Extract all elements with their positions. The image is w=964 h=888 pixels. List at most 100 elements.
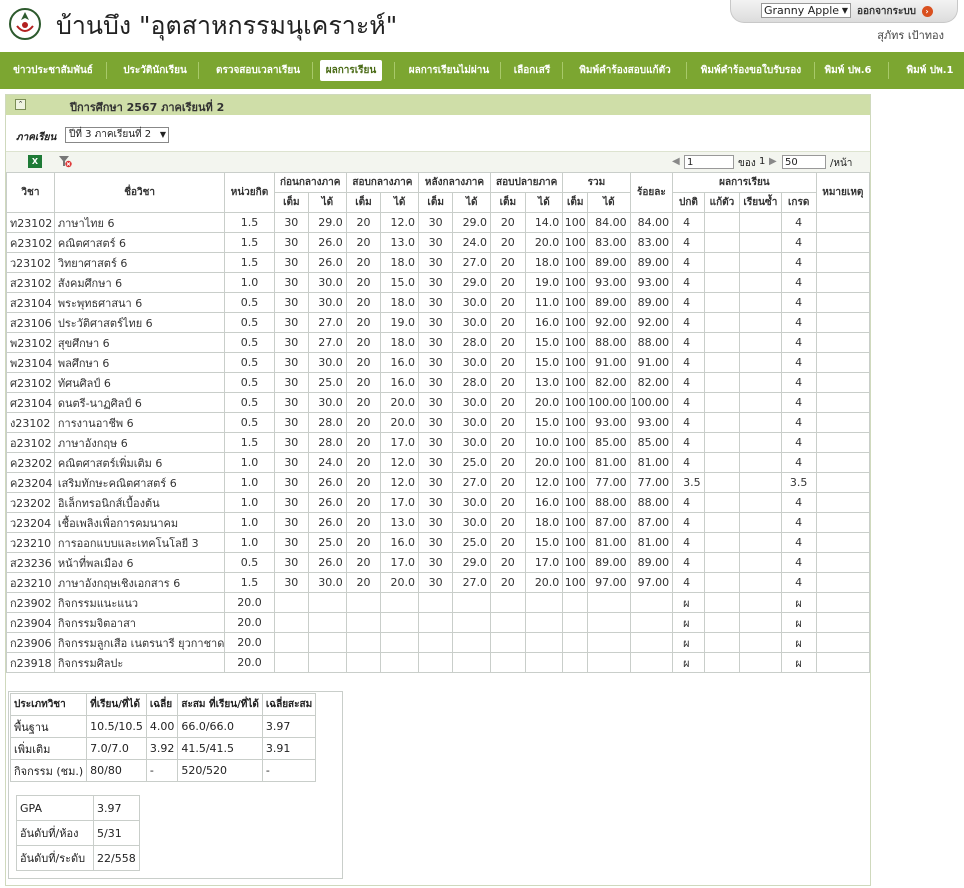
col-normal[interactable]: ปกติ <box>672 192 705 213</box>
cell-normal: ผ <box>672 652 705 673</box>
table-row[interactable]: ศ23102 ทัศนศิลป์ 6 0.5 30 25.0 20 16.0 30 28.0 20… <box>6 372 871 393</box>
collapse-icon[interactable]: ⌃ <box>15 99 26 110</box>
nav-item-3[interactable]: ผลการเรียน <box>320 60 382 81</box>
cell-code: ว23202 <box>6 492 55 513</box>
cell-pct <box>629 592 674 613</box>
nav-item-0[interactable]: ข่าวประชาสัมพันธ์ <box>10 60 96 81</box>
cell-t-got: 77.00 <box>587 472 631 493</box>
nav-item-1[interactable]: ประวัตินักเรียน <box>112 60 198 81</box>
table-row[interactable]: อ23210 ภาษาอังกฤษเชิงเอกสาร 6 1.5 30 30.0 20 2… <box>6 572 871 593</box>
col-full[interactable]: เต็ม <box>490 192 526 213</box>
cell-f-full: 20 <box>490 492 526 513</box>
cell-grade: 4 <box>780 572 817 593</box>
table-row[interactable]: ก23906 กิจกรรมลูกเสือ เนตรนารี ยุวกาชาด 20… <box>6 632 871 653</box>
cell-t-full: 100 <box>562 552 589 573</box>
table-row[interactable]: ส23236 หน้าที่พลเมือง 6 0.5 30 26.0 20 17.0 30 2… <box>6 552 871 573</box>
cell-b-full: 30 <box>273 572 310 593</box>
table-row[interactable]: ศ23104 ดนตรี-นาฏศิลป์ 6 0.5 30 30.0 20 20.0 30 3… <box>6 392 871 413</box>
summary-header: เฉลี่ยสะสม <box>261 693 317 716</box>
nav-item-7[interactable]: พิมพ์คำร้องขอใบรับรอง <box>692 60 810 81</box>
cell-credit: 1.5 <box>224 212 275 233</box>
col-note[interactable]: หมายเหตุ <box>815 172 871 213</box>
grades-panel: ⌃ ปีการศึกษา 2567 ภาคเรียนที่ 2 ภาคเรียน… <box>5 94 871 886</box>
col-full[interactable]: เต็ม <box>345 192 382 213</box>
nav-item-6[interactable]: พิมพ์คำร้องสอบแก้ตัว <box>572 60 678 81</box>
table-row[interactable]: ว23210 การออกแบบและเทคโนโลยี 3 1.0 30 25.0 20… <box>6 532 871 553</box>
col-got[interactable]: ได้ <box>587 192 631 213</box>
col-full[interactable]: เต็ม <box>273 192 310 213</box>
table-row[interactable]: ง23102 การงานอาชีพ 6 0.5 30 28.0 20 20.0 30 30.0… <box>6 412 871 433</box>
cell-t-got: 82.00 <box>587 372 631 393</box>
cell-grade: 3.5 <box>780 472 817 493</box>
col-name[interactable]: ชื่อวิชา <box>53 172 226 213</box>
cell-f-got: 15.0 <box>524 412 564 433</box>
cell-a-full <box>417 632 454 653</box>
cell-f-full: 20 <box>490 532 526 553</box>
logout-link[interactable]: ออกจากระบบ › <box>857 4 933 19</box>
col-got[interactable]: ได้ <box>524 192 564 213</box>
nav-item-5[interactable]: เลือกเสรี <box>506 60 558 81</box>
table-row[interactable]: ว23102 วิทยาศาสตร์ 6 1.5 30 26.0 20 18.0 30 27.0… <box>6 252 871 273</box>
col-repeat[interactable]: เรียนซ้ำ <box>739 192 782 213</box>
col-got[interactable]: ได้ <box>452 192 492 213</box>
next-page-icon[interactable]: ▶ <box>769 156 777 167</box>
table-row[interactable]: ค23102 คณิตศาสตร์ 6 1.5 30 26.0 20 13.0 30 24.0 2… <box>6 232 871 253</box>
cell-t-full: 100 <box>562 372 589 393</box>
cell-f-got <box>524 652 564 673</box>
table-row[interactable]: ก23904 กิจกรรมจิตอาสา 20.0 ผ ผ <box>6 612 871 633</box>
table-row[interactable]: ว23202 อิเล็กทรอนิกส์เบื้องต้น 1.0 30 26.0 20… <box>6 492 871 513</box>
cell-b-got: 26.0 <box>308 252 347 273</box>
prev-page-icon[interactable]: ◀ <box>672 156 680 167</box>
summary-row: กิจกรรม (ชม.) 80/80-520/520- <box>9 759 317 782</box>
table-row[interactable]: พ23104 พลศึกษา 6 0.5 30 30.0 20 16.0 30 30.0 20 15… <box>6 352 871 373</box>
col-percent[interactable]: ร้อยละ <box>629 172 674 213</box>
col-full[interactable]: เต็ม <box>562 192 589 213</box>
cell-m-got <box>380 612 419 633</box>
col-credit[interactable]: หน่วยกิต <box>224 172 275 213</box>
col-grade[interactable]: เกรด <box>780 192 817 213</box>
col-code[interactable]: วิชา <box>6 172 55 213</box>
table-row[interactable]: อ23102 ภาษาอังกฤษ 6 1.5 30 28.0 20 17.0 30 30.0 2… <box>6 432 871 453</box>
cell-normal: 4 <box>672 292 705 313</box>
cell-t-got: 93.00 <box>587 412 631 433</box>
table-row[interactable]: ส23106 ประวัติศาสตร์ไทย 6 0.5 30 27.0 20 19.0 3… <box>6 312 871 333</box>
page-input[interactable]: 1 <box>684 155 734 169</box>
table-row[interactable]: ส23102 สังคมศึกษา 6 1.0 30 30.0 20 15.0 30 29.0 2… <box>6 272 871 293</box>
cell-b-full: 30 <box>273 352 310 373</box>
table-row[interactable]: ว23204 เชื้อเพลิงเพื่อการคมนาคม 1.0 30 26.0 2… <box>6 512 871 533</box>
table-row[interactable]: ก23902 กิจกรรมแนะแนว 20.0 ผ ผ <box>6 592 871 613</box>
summary-cell: 80/80 <box>86 759 147 782</box>
col-full[interactable]: เต็ม <box>417 192 454 213</box>
term-select[interactable]: ปีที่ 3 ภาคเรียนที่ 2 ▼ <box>65 127 169 143</box>
table-row[interactable]: ท23102 ภาษาไทย 6 1.5 30 29.0 20 12.0 30 29.0 20 14… <box>6 212 871 233</box>
nav-item-9[interactable]: พิมพ์ ปพ.1 <box>896 60 964 81</box>
cell-a-got <box>452 632 492 653</box>
summary-cell: - <box>145 759 179 782</box>
nav-item-2[interactable]: ตรวจสอบเวลาเรียน <box>206 60 310 81</box>
table-row[interactable]: พ23102 สุขศึกษา 6 0.5 30 27.0 20 18.0 30 28.0 20 1… <box>6 332 871 353</box>
excel-export-icon[interactable]: X <box>28 155 42 168</box>
cell-b-full: 30 <box>273 332 310 353</box>
table-row[interactable]: ค23204 เสริมทักษะคณิตศาสตร์ 6 1.0 30 26.0 20 1… <box>6 472 871 493</box>
cell-m-full: 20 <box>345 572 382 593</box>
table-row[interactable]: ค23202 คณิตศาสตร์เพิ่มเติม 6 1.0 30 24.0 20 12… <box>6 452 871 473</box>
cell-m-full: 20 <box>345 452 382 473</box>
clear-filter-icon[interactable] <box>58 155 72 168</box>
cell-retake <box>703 452 741 473</box>
cell-b-full: 30 <box>273 372 310 393</box>
cell-retake <box>703 612 741 633</box>
theme-select[interactable]: Granny Apple ▼ <box>761 3 851 18</box>
cell-a-full: 30 <box>417 292 454 313</box>
col-got[interactable]: ได้ <box>308 192 347 213</box>
table-row[interactable]: ส23104 พระพุทธศาสนา 6 0.5 30 30.0 20 18.0 30 30.… <box>6 292 871 313</box>
cell-t-full: 100 <box>562 392 589 413</box>
table-row[interactable]: ก23918 กิจกรรมศิลปะ 20.0 ผ ผ <box>6 652 871 673</box>
nav-item-4[interactable]: ผลการเรียนไม่ผ่าน <box>400 60 498 81</box>
cell-a-got: 25.0 <box>452 532 492 553</box>
col-retake[interactable]: แก้ตัว <box>703 192 741 213</box>
cell-note <box>815 352 871 373</box>
nav-item-8[interactable]: พิมพ์ ปพ.6 <box>820 60 876 81</box>
cell-name: เสริมทักษะคณิตศาสตร์ 6 <box>53 472 226 493</box>
per-page-input[interactable]: 50 <box>782 155 826 169</box>
col-got[interactable]: ได้ <box>380 192 419 213</box>
